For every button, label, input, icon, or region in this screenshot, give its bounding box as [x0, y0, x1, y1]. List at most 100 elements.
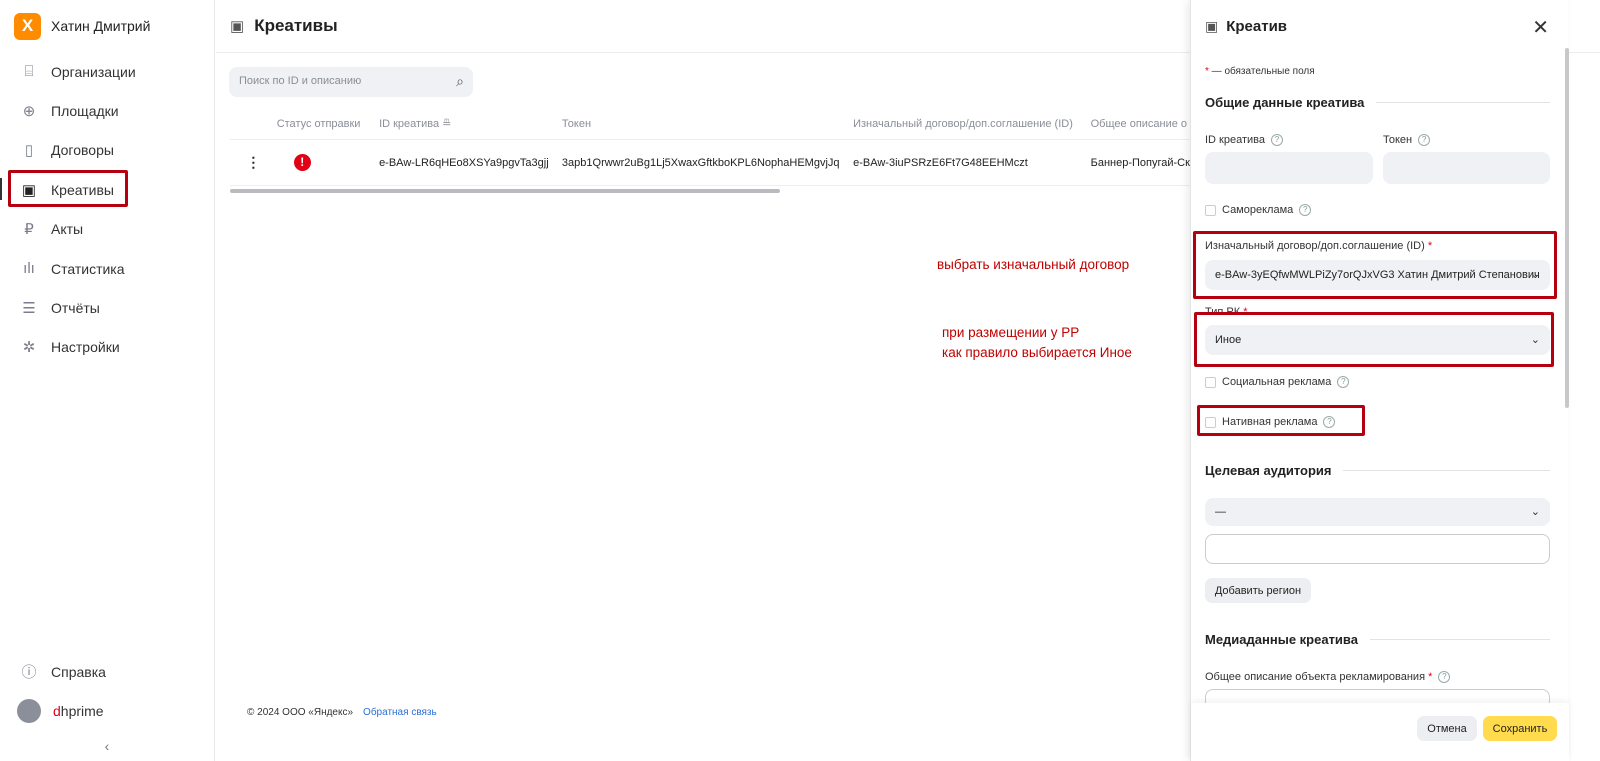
- logo: X: [14, 12, 41, 40]
- table-row[interactable]: ⋮ ! e-BAw-LR6qHEo8XSYa9pgvTa3gjj 3apb1Qr…: [230, 140, 1190, 186]
- drawer-title: Креатив: [1226, 17, 1288, 35]
- document-icon: ▯: [24, 142, 34, 160]
- nav-label: Организации: [51, 63, 136, 80]
- help-icon[interactable]: ?: [1299, 204, 1312, 217]
- search-input[interactable]: Поиск по ID и описанию ⌕: [229, 67, 473, 97]
- nav-label: Договоры: [51, 142, 114, 159]
- nav-label: Площадки: [51, 103, 119, 120]
- ruble-icon: ₽: [24, 221, 34, 239]
- sidebar-item-help[interactable]: ⓘ Справка: [0, 652, 214, 691]
- sidebar-item-settings[interactable]: ✲ Настройки: [0, 328, 214, 367]
- social-ad-checkbox[interactable]: Социальная реклама?: [1205, 376, 1350, 389]
- save-button[interactable]: Сохранить: [1483, 716, 1557, 741]
- account-rest: hprime: [60, 703, 104, 720]
- add-region-button[interactable]: Добавить регион: [1205, 578, 1311, 603]
- help-icon[interactable]: ?: [1438, 671, 1451, 684]
- avatar: [17, 699, 41, 724]
- annotation-line: как правило выбирается Иное: [942, 345, 1132, 360]
- section-audience: Целевая аудитория: [1205, 463, 1550, 478]
- required-note: * — обязательные поля: [1205, 66, 1315, 77]
- nav-label: Справка: [51, 663, 106, 680]
- sidebar-item-reports[interactable]: ☰ Отчёты: [0, 288, 214, 327]
- annotation-line: при размещении у РР: [942, 325, 1080, 340]
- sidebar-item-platforms[interactable]: ⊕ Площадки: [0, 91, 214, 130]
- col-token: Токен: [561, 117, 592, 130]
- section-media: Медиаданные креатива: [1205, 632, 1550, 647]
- label-text: Самореклама: [1222, 204, 1294, 216]
- self-ad-checkbox[interactable]: Самореклама?: [1205, 204, 1312, 217]
- label-text: Токен: [1383, 134, 1413, 146]
- footer: © 2024 ООО «Яндекс» Обратная связь: [247, 707, 437, 718]
- search-icon[interactable]: ⌕: [456, 73, 464, 90]
- report-icon: ☰: [22, 300, 36, 318]
- image-icon: ▣: [230, 18, 245, 35]
- annotation-box: [1194, 312, 1554, 367]
- annotation-box: [8, 170, 128, 207]
- account[interactable]: dhprime: [0, 692, 214, 731]
- account-name: dhprime: [53, 703, 104, 719]
- creatives-table: Статус отправки ID креатива ≞ Токен Изна…: [230, 108, 1190, 186]
- drawer-header: ▣ Креатив: [1191, 0, 1568, 52]
- table-header: Статус отправки ID креатива ≞ Токен Изна…: [230, 108, 1190, 140]
- creative-drawer: ▣ Креатив ✕ * — обязательные поля Общие д…: [1190, 0, 1569, 761]
- sidebar-item-contracts[interactable]: ▯ Договоры: [0, 131, 214, 170]
- section-general: Общие данные креатива: [1205, 95, 1550, 110]
- page-title: Креативы: [254, 16, 338, 35]
- row-menu-icon[interactable]: ⋮: [230, 154, 277, 171]
- region-input[interactable]: [1205, 534, 1550, 564]
- sidebar-header: X Хатин Дмитрий: [0, 0, 214, 52]
- cell-desc: Баннер-Попугай-Ск: [1090, 156, 1190, 169]
- chevron-down-icon: ⌄: [1530, 505, 1540, 518]
- nav-label: Статистика: [51, 260, 125, 277]
- feedback-link[interactable]: Обратная связь: [363, 707, 437, 718]
- bar-chart-icon: ılı: [23, 260, 35, 278]
- col-desc: Общее описание о: [1090, 117, 1188, 130]
- annotation-box: [1197, 405, 1365, 436]
- required-note-text: — обязательные поля: [1211, 66, 1315, 77]
- account-prefix: d: [53, 703, 61, 720]
- copyright: © 2024 ООО «Яндекс»: [247, 707, 354, 718]
- help-icon: ⓘ: [21, 664, 37, 682]
- close-icon[interactable]: ✕: [1532, 15, 1549, 40]
- annotation-note: при размещении у РР как правило выбираетс…: [942, 323, 1132, 363]
- help-icon[interactable]: ?: [1418, 134, 1431, 147]
- col-contract: Изначальный договор/доп.соглашение (ID): [853, 117, 1073, 130]
- globe-icon: ⊕: [22, 103, 36, 121]
- id-field[interactable]: [1205, 152, 1373, 184]
- sidebar: X Хатин Дмитрий ⌸ Организации ⊕ Площадки ▯…: [0, 0, 215, 761]
- annotation-note: выбрать изначальный договор: [937, 257, 1130, 272]
- nav-label: Настройки: [51, 339, 120, 356]
- cell-token: 3apb1Qrwwr2uBg1Lj5XwaxGftkboKPL6NophaHEM…: [561, 156, 840, 169]
- collapse-sidebar-icon[interactable]: ‹: [0, 731, 214, 761]
- help-icon[interactable]: ?: [1271, 134, 1284, 147]
- user-name[interactable]: Хатин Дмитрий: [51, 18, 150, 34]
- label-text: Общее описание объекта рекламирования: [1205, 671, 1426, 683]
- nav-label: Отчёты: [51, 300, 100, 317]
- help-icon[interactable]: ?: [1337, 376, 1350, 389]
- token-field[interactable]: [1383, 152, 1550, 184]
- col-status: Статус отправки: [276, 117, 361, 130]
- col-id[interactable]: ID креатива ≞: [379, 117, 562, 130]
- drawer-scrollbar[interactable]: [1565, 48, 1569, 408]
- select-value: —: [1215, 506, 1226, 518]
- audience-select[interactable]: — ⌄: [1205, 498, 1550, 526]
- cancel-button[interactable]: Отмена: [1417, 716, 1477, 741]
- drawer-footer: Отмена Сохранить: [1191, 703, 1569, 761]
- gear-icon: ✲: [22, 339, 36, 357]
- sidebar-item-acts[interactable]: ₽ Акты: [0, 210, 214, 249]
- cell-id: e-BAw-LR6qHEo8XSYa9pgvTa3gjj: [379, 156, 549, 169]
- cell-contract: e-BAw-3iuPSRzE6Ft7G48EEHMczt: [853, 156, 1028, 169]
- id-label: ID креатива?: [1205, 134, 1284, 147]
- briefcase-icon: ⌸: [24, 63, 34, 81]
- label-text: ID креатива: [1205, 134, 1266, 146]
- token-label: Токен?: [1383, 134, 1431, 147]
- sidebar-item-statistics[interactable]: ılı Статистика: [0, 249, 214, 288]
- search-placeholder: Поиск по ID и описанию: [239, 75, 362, 87]
- image-icon: ▣: [1205, 17, 1219, 34]
- sidebar-item-organizations[interactable]: ⌸ Организации: [0, 52, 214, 91]
- error-status-icon: !: [293, 154, 311, 171]
- nav-label: Акты: [51, 221, 84, 238]
- horizontal-scrollbar[interactable]: [230, 189, 780, 193]
- label-text: Социальная реклама: [1222, 376, 1332, 388]
- annotation-box: [1193, 231, 1557, 299]
